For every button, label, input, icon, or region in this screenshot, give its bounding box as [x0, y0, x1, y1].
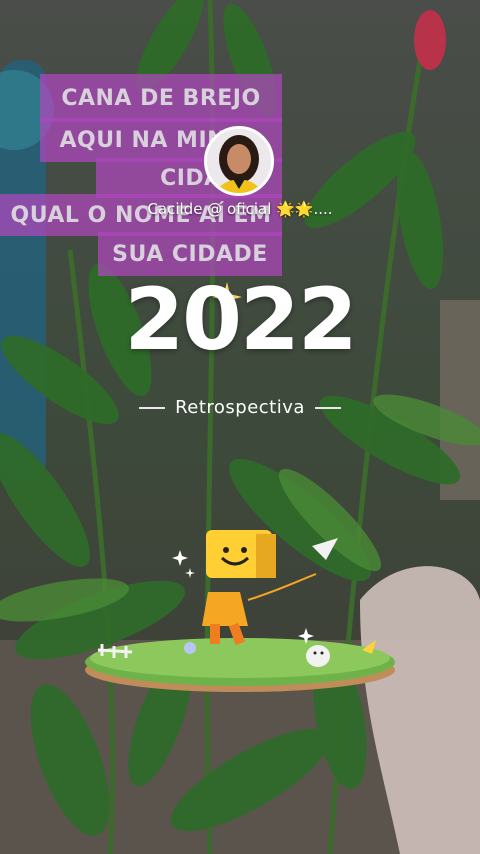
recap-subtitle: Retrospectiva — [0, 397, 480, 418]
recap-label: Retrospectiva — [175, 397, 305, 418]
divider — [139, 406, 166, 409]
divider — [314, 406, 341, 409]
avatar-icon — [207, 129, 271, 193]
profile-handle: Cacilde @ oficial 🌟🌟.... — [147, 200, 333, 218]
profile-avatar[interactable] — [204, 126, 274, 196]
recap-year: 2022 — [124, 270, 357, 370]
mascot-scene[interactable] — [80, 520, 400, 700]
